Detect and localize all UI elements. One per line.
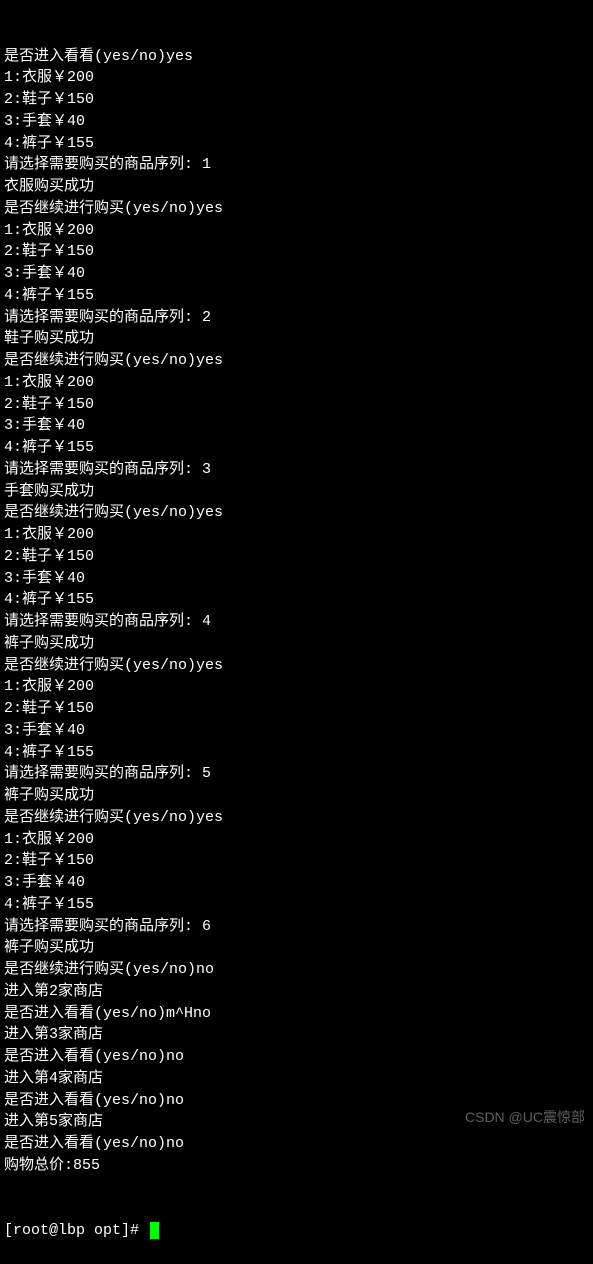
terminal-line: 衣服购买成功 bbox=[4, 176, 589, 198]
terminal-line: 1:衣服￥200 bbox=[4, 220, 589, 242]
terminal-line: 2:鞋子￥150 bbox=[4, 89, 589, 111]
terminal-line: 是否进入看看(yes/no)no bbox=[4, 1133, 589, 1155]
terminal-line: 3:手套￥40 bbox=[4, 415, 589, 437]
terminal-line: 3:手套￥40 bbox=[4, 872, 589, 894]
terminal-line: 4:裤子￥155 bbox=[4, 437, 589, 459]
terminal-line: 3:手套￥40 bbox=[4, 263, 589, 285]
terminal-line: 4:裤子￥155 bbox=[4, 589, 589, 611]
terminal-line: 鞋子购买成功 bbox=[4, 328, 589, 350]
terminal-line: 1:衣服￥200 bbox=[4, 524, 589, 546]
terminal-line: 4:裤子￥155 bbox=[4, 285, 589, 307]
terminal-line: 1:衣服￥200 bbox=[4, 67, 589, 89]
terminal-line: 请选择需要购买的商品序列: 2 bbox=[4, 307, 589, 329]
terminal-line: 请选择需要购买的商品序列: 1 bbox=[4, 154, 589, 176]
terminal-line: 请选择需要购买的商品序列: 6 bbox=[4, 916, 589, 938]
terminal-line: 4:裤子￥155 bbox=[4, 133, 589, 155]
terminal-line: 1:衣服￥200 bbox=[4, 372, 589, 394]
terminal-line: 进入第2家商店 bbox=[4, 981, 589, 1003]
cursor-icon bbox=[150, 1222, 159, 1239]
terminal-line: 请选择需要购买的商品序列: 5 bbox=[4, 763, 589, 785]
terminal-line: 手套购买成功 bbox=[4, 481, 589, 503]
terminal-line: 是否继续进行购买(yes/no)yes bbox=[4, 198, 589, 220]
terminal-line: 购物总价:855 bbox=[4, 1155, 589, 1177]
terminal-line: 裤子购买成功 bbox=[4, 633, 589, 655]
terminal-line: 是否继续进行购买(yes/no)yes bbox=[4, 807, 589, 829]
terminal-line: 3:手套￥40 bbox=[4, 568, 589, 590]
terminal-line: 2:鞋子￥150 bbox=[4, 394, 589, 416]
terminal-line: 2:鞋子￥150 bbox=[4, 241, 589, 263]
terminal-line: 2:鞋子￥150 bbox=[4, 698, 589, 720]
terminal-line: 是否继续进行购买(yes/no)yes bbox=[4, 655, 589, 677]
terminal-line: 4:裤子￥155 bbox=[4, 894, 589, 916]
shell-prompt-line[interactable]: [root@lbp opt]# bbox=[4, 1220, 589, 1242]
terminal-line: 4:裤子￥155 bbox=[4, 742, 589, 764]
terminal-line: 1:衣服￥200 bbox=[4, 829, 589, 851]
terminal-line: 请选择需要购买的商品序列: 4 bbox=[4, 611, 589, 633]
terminal-line: 1:衣服￥200 bbox=[4, 676, 589, 698]
terminal-line: 进入第4家商店 bbox=[4, 1068, 589, 1090]
terminal-line: 是否继续进行购买(yes/no)yes bbox=[4, 350, 589, 372]
terminal-line: 是否进入看看(yes/no)yes bbox=[4, 46, 589, 68]
shell-prompt: [root@lbp opt]# bbox=[4, 1220, 148, 1242]
terminal-line: 是否继续进行购买(yes/no)yes bbox=[4, 502, 589, 524]
terminal-line: 2:鞋子￥150 bbox=[4, 546, 589, 568]
terminal-line: 3:手套￥40 bbox=[4, 111, 589, 133]
terminal-line: 2:鞋子￥150 bbox=[4, 850, 589, 872]
terminal-line: 进入第3家商店 bbox=[4, 1024, 589, 1046]
terminal-line: 请选择需要购买的商品序列: 3 bbox=[4, 459, 589, 481]
terminal-output[interactable]: 是否进入看看(yes/no)yes1:衣服￥2002:鞋子￥1503:手套￥40… bbox=[4, 2, 589, 1264]
terminal-line: 3:手套￥40 bbox=[4, 720, 589, 742]
terminal-line: 是否进入看看(yes/no)m^Hno bbox=[4, 1003, 589, 1025]
terminal-line: 是否继续进行购买(yes/no)no bbox=[4, 959, 589, 981]
watermark-text: CSDN @UC震惊部 bbox=[465, 1107, 585, 1127]
terminal-line: 裤子购买成功 bbox=[4, 785, 589, 807]
terminal-line: 是否进入看看(yes/no)no bbox=[4, 1046, 589, 1068]
terminal-line: 裤子购买成功 bbox=[4, 937, 589, 959]
